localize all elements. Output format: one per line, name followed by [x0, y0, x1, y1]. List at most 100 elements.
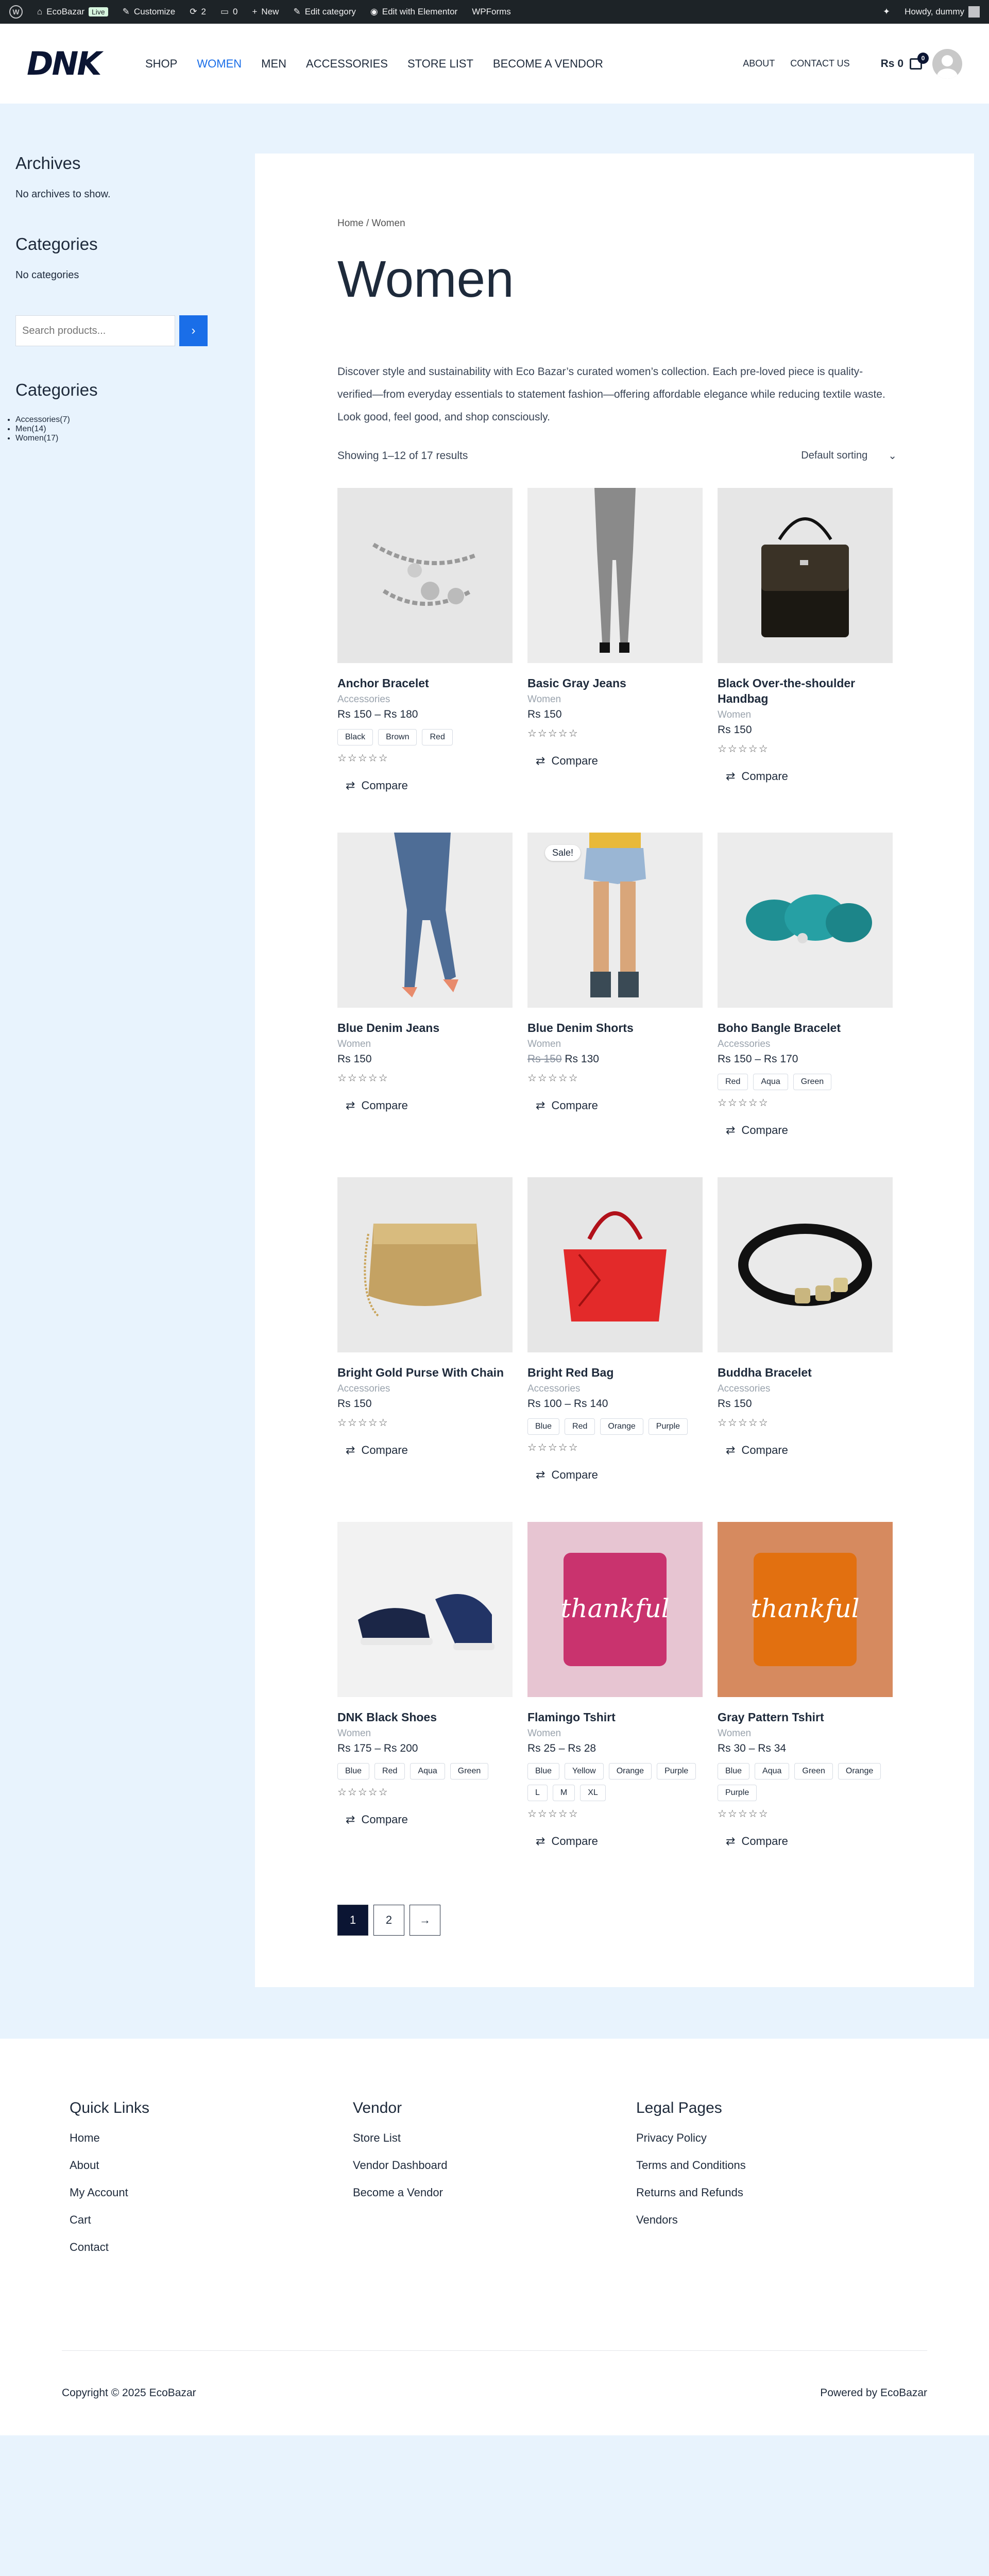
- category-item[interactable]: Men(14): [15, 425, 240, 434]
- product-image[interactable]: Sale!: [527, 833, 703, 1008]
- product-image[interactable]: [337, 1522, 513, 1697]
- ai-sparkle-icon[interactable]: ✦: [883, 7, 890, 17]
- admin-edit-category-link[interactable]: ✎ Edit category: [293, 7, 355, 17]
- footer-link[interactable]: Vendors: [636, 2213, 919, 2227]
- breadcrumb[interactable]: Home / Women: [337, 218, 897, 229]
- compare-button[interactable]: ⇄ Compare: [536, 1835, 703, 1848]
- product-image[interactable]: thankful: [527, 1522, 703, 1697]
- footer-link[interactable]: About: [70, 2159, 353, 2172]
- variation-swatch[interactable]: Aqua: [410, 1763, 445, 1780]
- product-image[interactable]: [527, 488, 703, 663]
- category-item[interactable]: Accessories(7): [15, 415, 240, 425]
- nav-accessories[interactable]: ACCESSORIES: [306, 57, 388, 71]
- nav-about[interactable]: ABOUT: [743, 58, 775, 69]
- nav-women[interactable]: WOMEN: [197, 57, 242, 71]
- compare-button[interactable]: ⇄ Compare: [536, 1468, 703, 1482]
- footer-link[interactable]: Become a Vendor: [353, 2186, 636, 2199]
- footer-link[interactable]: Home: [70, 2131, 353, 2145]
- next-page-arrow[interactable]: →: [410, 1905, 440, 1936]
- variation-swatch[interactable]: Green: [450, 1763, 489, 1780]
- product-title[interactable]: Flamingo Tshirt: [527, 1709, 703, 1725]
- variation-swatch[interactable]: Blue: [718, 1763, 750, 1780]
- compare-button[interactable]: ⇄ Compare: [726, 1124, 893, 1137]
- variation-swatch[interactable]: Red: [374, 1763, 405, 1780]
- product-title[interactable]: Bright Red Bag: [527, 1365, 703, 1380]
- product-image[interactable]: [337, 833, 513, 1008]
- product-title[interactable]: Anchor Bracelet: [337, 675, 513, 691]
- admin-new-link[interactable]: + New: [252, 7, 279, 17]
- footer-link[interactable]: Store List: [353, 2131, 636, 2145]
- variation-swatch[interactable]: Aqua: [753, 1074, 788, 1090]
- variation-swatch[interactable]: XL: [580, 1785, 606, 1801]
- footer-link[interactable]: Terms and Conditions: [636, 2159, 919, 2172]
- category-item[interactable]: Women(17): [15, 434, 240, 443]
- footer-link[interactable]: Cart: [70, 2213, 353, 2227]
- footer-link[interactable]: Vendor Dashboard: [353, 2159, 636, 2172]
- variation-swatch[interactable]: Green: [793, 1074, 832, 1090]
- compare-button[interactable]: ⇄ Compare: [346, 1444, 513, 1457]
- admin-updates-link[interactable]: ⟳ 2: [190, 7, 206, 17]
- variation-swatch[interactable]: Purple: [648, 1418, 688, 1435]
- compare-button[interactable]: ⇄ Compare: [726, 1444, 893, 1457]
- page-2[interactable]: 2: [373, 1905, 404, 1936]
- variation-swatch[interactable]: Orange: [600, 1418, 643, 1435]
- product-image[interactable]: [337, 488, 513, 663]
- footer-link[interactable]: Contact: [70, 2241, 353, 2254]
- cart-widget[interactable]: Rs 0 0: [881, 52, 929, 70]
- product-image[interactable]: [718, 1177, 893, 1352]
- variation-swatch[interactable]: Purple: [718, 1785, 757, 1801]
- user-avatar[interactable]: [932, 48, 962, 79]
- variation-swatch[interactable]: Brown: [378, 729, 417, 745]
- sort-select[interactable]: Default sorting ⌄: [801, 449, 897, 462]
- search-submit-button[interactable]: ›: [179, 315, 208, 346]
- admin-site-link[interactable]: ⌂ EcoBazar Live: [37, 7, 108, 17]
- nav-contact[interactable]: CONTACT US: [790, 58, 849, 69]
- compare-button[interactable]: ⇄ Compare: [346, 1813, 513, 1826]
- compare-button[interactable]: ⇄ Compare: [346, 779, 513, 792]
- product-title[interactable]: Bright Gold Purse With Chain: [337, 1365, 513, 1380]
- variation-swatch[interactable]: Orange: [608, 1763, 652, 1780]
- variation-swatch[interactable]: Blue: [337, 1763, 370, 1780]
- footer-link[interactable]: Privacy Policy: [636, 2131, 919, 2145]
- variation-swatch[interactable]: Red: [565, 1418, 595, 1435]
- compare-button[interactable]: ⇄ Compare: [536, 754, 703, 768]
- product-image[interactable]: [527, 1177, 703, 1352]
- product-title[interactable]: Basic Gray Jeans: [527, 675, 703, 691]
- variation-swatch[interactable]: Red: [718, 1074, 748, 1090]
- product-title[interactable]: Boho Bangle Bracelet: [718, 1020, 893, 1036]
- product-title[interactable]: Buddha Bracelet: [718, 1365, 893, 1380]
- nav-shop[interactable]: SHOP: [145, 57, 177, 71]
- admin-comments-link[interactable]: ▭ 0: [220, 7, 238, 17]
- compare-button[interactable]: ⇄ Compare: [726, 1835, 893, 1848]
- site-logo[interactable]: DNK: [27, 45, 120, 82]
- product-search-input[interactable]: [15, 315, 175, 346]
- nav-become-vendor[interactable]: BECOME A VENDOR: [493, 57, 603, 71]
- page-1[interactable]: 1: [337, 1905, 368, 1936]
- variation-swatch[interactable]: Blue: [527, 1763, 560, 1780]
- product-title[interactable]: Gray Pattern Tshirt: [718, 1709, 893, 1725]
- product-title[interactable]: Blue Denim Jeans: [337, 1020, 513, 1036]
- product-title[interactable]: DNK Black Shoes: [337, 1709, 513, 1725]
- compare-button[interactable]: ⇄ Compare: [726, 770, 893, 783]
- variation-swatch[interactable]: Blue: [527, 1418, 560, 1435]
- variation-swatch[interactable]: Aqua: [755, 1763, 790, 1780]
- variation-swatch[interactable]: M: [552, 1785, 575, 1801]
- admin-customize-link[interactable]: ✎ Customize: [123, 7, 176, 17]
- compare-button[interactable]: ⇄ Compare: [536, 1099, 703, 1112]
- compare-button[interactable]: ⇄ Compare: [346, 1099, 513, 1112]
- wordpress-icon[interactable]: W: [9, 5, 23, 19]
- admin-account-link[interactable]: Howdy, dummy: [905, 6, 980, 18]
- footer-link[interactable]: Returns and Refunds: [636, 2186, 919, 2199]
- variation-swatch[interactable]: L: [527, 1785, 548, 1801]
- variation-swatch[interactable]: Green: [794, 1763, 833, 1780]
- variation-swatch[interactable]: Red: [422, 729, 453, 745]
- nav-men[interactable]: MEN: [261, 57, 286, 71]
- variation-swatch[interactable]: Orange: [838, 1763, 881, 1780]
- footer-link[interactable]: My Account: [70, 2186, 353, 2199]
- variation-swatch[interactable]: Purple: [657, 1763, 696, 1780]
- product-title[interactable]: Blue Denim Shorts: [527, 1020, 703, 1036]
- product-title[interactable]: Black Over-the-shoulder Handbag: [718, 675, 893, 706]
- variation-swatch[interactable]: Yellow: [565, 1763, 604, 1780]
- nav-store-list[interactable]: STORE LIST: [407, 57, 473, 71]
- product-image[interactable]: [337, 1177, 513, 1352]
